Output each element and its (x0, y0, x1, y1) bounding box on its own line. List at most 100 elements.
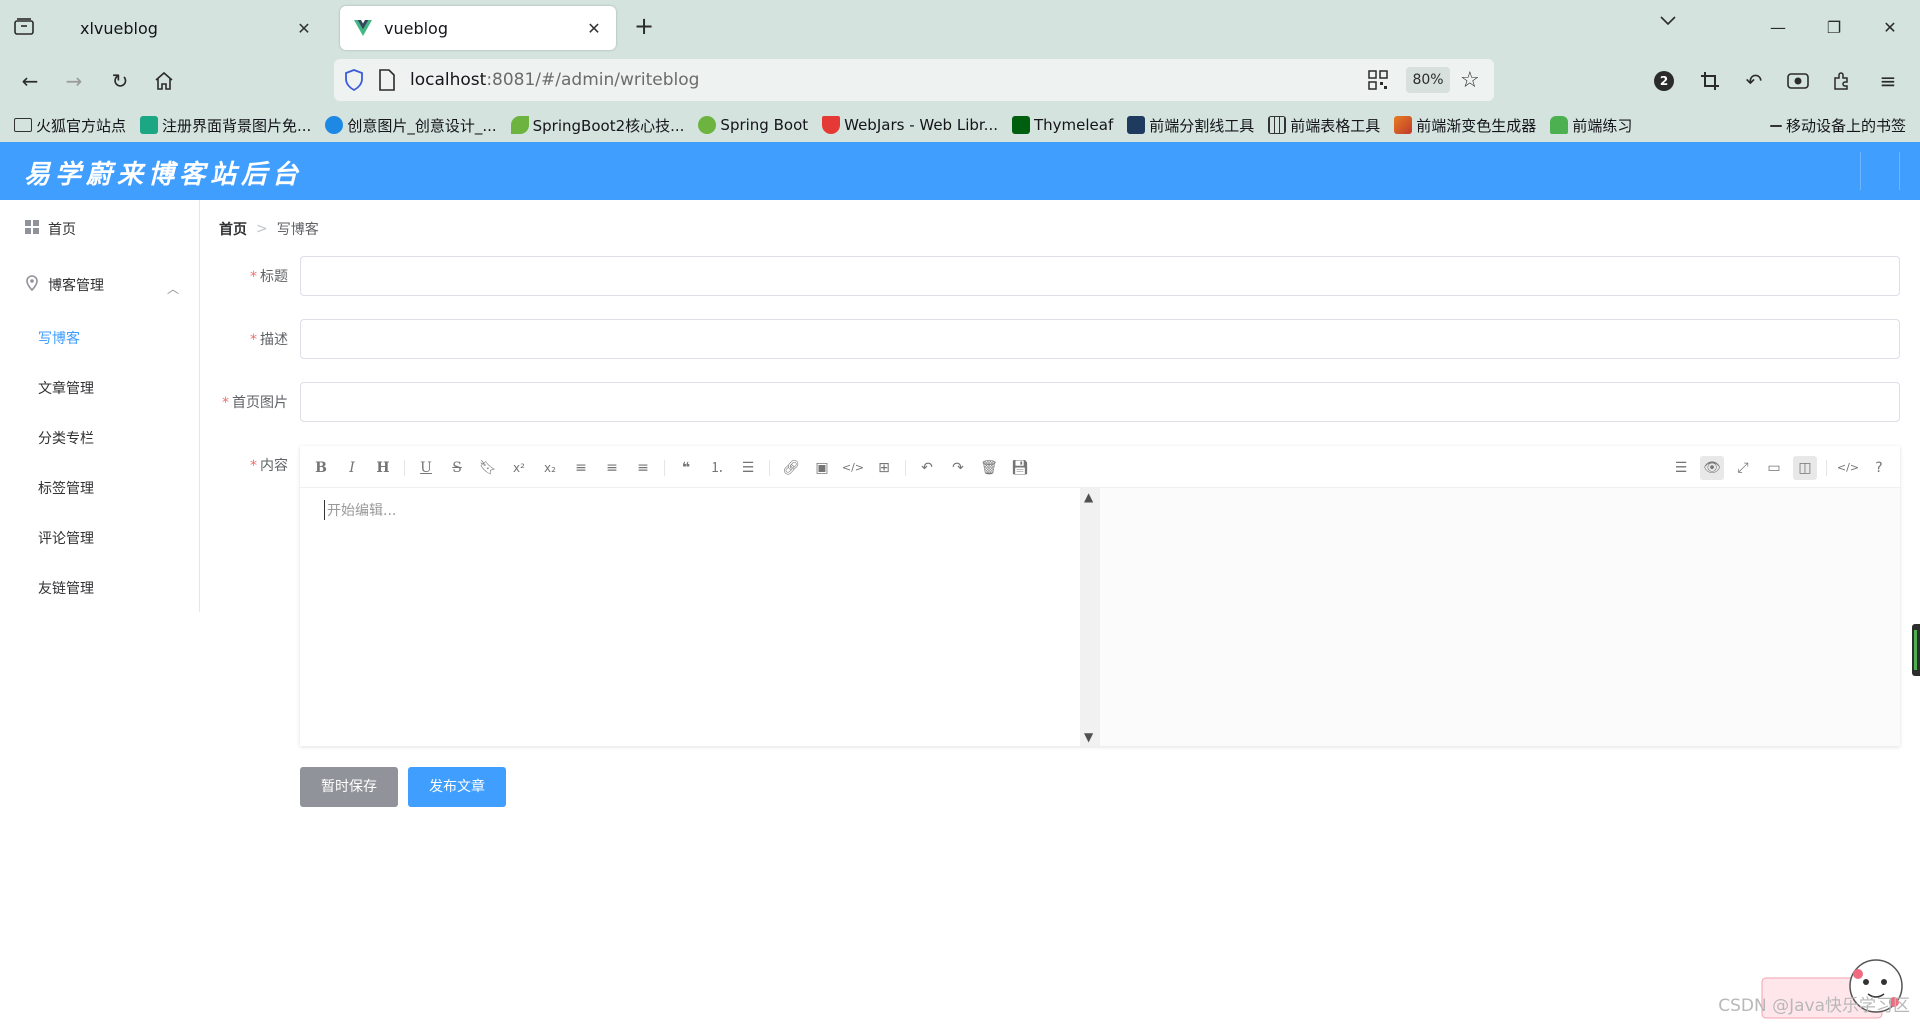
subscript-icon[interactable]: x₂ (538, 456, 562, 480)
bookmark-item[interactable]: WebJars - Web Libr... (822, 116, 998, 134)
quote-icon[interactable]: ❝ (674, 456, 698, 480)
sidebar-group-blog[interactable]: 博客管理 ︿ (0, 260, 199, 310)
italic-icon[interactable]: I (340, 456, 364, 480)
sidebar-item-label: 友链管理 (38, 581, 94, 597)
editor-scrollbar[interactable]: ▲ ▼ (1080, 488, 1100, 746)
bookmark-item[interactable]: 前端练习 (1550, 115, 1632, 136)
tab-title: vueblog (384, 18, 448, 38)
forward-icon[interactable]: → (58, 65, 90, 97)
scroll-up-icon[interactable]: ▲ (1084, 490, 1093, 504)
close-window-icon[interactable]: ✕ (1862, 0, 1918, 54)
menu-icon[interactable]: ≡ (1872, 65, 1904, 97)
crop-icon[interactable] (1694, 65, 1726, 97)
undo-icon[interactable]: ↶ (1738, 65, 1770, 97)
ordered-list-icon[interactable]: ⒈ (705, 456, 729, 480)
content-label-text: 内容 (260, 458, 288, 474)
heading-icon[interactable]: H (371, 456, 395, 480)
bookmark-item[interactable]: Thymeleaf (1012, 116, 1113, 134)
fullscreen-icon[interactable]: ⤢ (1731, 456, 1755, 480)
vpn-icon[interactable] (1782, 65, 1814, 97)
tab-overview-icon[interactable] (8, 11, 40, 43)
page-fullscreen-icon[interactable]: ▭ (1762, 456, 1786, 480)
breadcrumb-home[interactable]: 首页 (219, 219, 247, 239)
bookmark-item[interactable]: 前端表格工具 (1268, 115, 1380, 136)
preview-icon[interactable]: 👁︎ (1700, 456, 1724, 480)
html-code-icon[interactable]: </> (1836, 456, 1860, 480)
notification-count: 2 (1654, 71, 1674, 91)
sidebar-item-home[interactable]: 首页 (0, 204, 199, 254)
new-tab-button[interactable]: + (628, 11, 660, 43)
home-icon[interactable] (148, 65, 180, 97)
bookmark-star-icon[interactable]: ☆ (1460, 68, 1480, 93)
sidebar-item-tags[interactable]: 标签管理 (0, 463, 199, 513)
sidebar-item-write-blog[interactable]: 写博客 (0, 313, 199, 363)
sidebar-item-label: 首页 (48, 222, 76, 238)
link-icon[interactable]: 🔗︎ (779, 456, 803, 480)
side-panel-handle[interactable] (1912, 624, 1920, 676)
sidebar-item-links[interactable]: 友链管理 (0, 563, 199, 613)
publish-button[interactable]: 发布文章 (408, 767, 506, 807)
page-icon[interactable] (378, 69, 396, 95)
save-draft-button[interactable]: 暂时保存 (300, 767, 398, 807)
avatar[interactable] (1860, 152, 1900, 190)
scroll-down-icon[interactable]: ▼ (1084, 730, 1093, 744)
bookmark-label: 前端表格工具 (1290, 116, 1381, 135)
zoom-level[interactable]: 80% (1406, 67, 1450, 93)
title-input[interactable] (300, 256, 1900, 296)
save-icon[interactable]: 💾︎ (1008, 456, 1032, 480)
table-icon[interactable]: ⊞ (872, 456, 896, 480)
align-left-icon[interactable]: ≡ (569, 456, 593, 480)
back-icon[interactable]: ← (14, 65, 46, 97)
align-center-icon[interactable]: ≡ (600, 456, 624, 480)
description-input[interactable] (300, 319, 1900, 359)
extensions-icon[interactable] (1826, 65, 1858, 97)
underline-icon[interactable]: U (414, 456, 438, 480)
browser-tab-xlvueblog[interactable]: xlvueblog ✕ (54, 6, 326, 50)
trash-icon[interactable]: 🗑︎ (977, 456, 1001, 480)
minimize-icon[interactable]: — (1750, 0, 1806, 54)
close-icon[interactable]: ✕ (584, 19, 604, 38)
shield-icon[interactable] (344, 69, 364, 95)
bookmark-item[interactable]: SpringBoot2核心技... (510, 115, 684, 136)
url-text[interactable]: localhost:8081/#/admin/writeblog (410, 70, 699, 90)
bookmark-label: Spring Boot (720, 116, 809, 134)
bookmark-item[interactable]: 火狐官方站点 (14, 115, 126, 136)
bold-icon[interactable]: B (309, 456, 333, 480)
split-view-icon[interactable]: ◫ (1793, 456, 1817, 480)
superscript-icon[interactable]: x² (507, 456, 531, 480)
cover-image-input[interactable] (300, 382, 1900, 422)
bookmark-item[interactable]: 创意图片_创意设计_... (325, 115, 497, 136)
gradient-tool-icon (1394, 116, 1413, 134)
thymeleaf-icon (1012, 116, 1030, 134)
reload-icon[interactable]: ↻ (104, 65, 136, 97)
close-icon[interactable]: ✕ (294, 19, 314, 38)
strikethrough-icon[interactable]: S (445, 456, 469, 480)
help-icon[interactable]: ? (1867, 456, 1891, 480)
redo-icon[interactable]: ↷ (946, 456, 970, 480)
chevron-down-icon[interactable] (1660, 14, 1676, 30)
bookmark-item[interactable]: 前端渐变色生成器 (1394, 115, 1536, 136)
restore-icon[interactable]: ❐ (1806, 0, 1862, 54)
align-right-icon[interactable]: ≡ (631, 456, 655, 480)
undo-icon[interactable]: ↶ (915, 456, 939, 480)
editor-textarea[interactable]: 开始编辑... (300, 488, 1080, 746)
sidebar-item-categories[interactable]: 分类专栏 (0, 413, 199, 463)
sidebar-item-comments[interactable]: 评论管理 (0, 513, 199, 563)
editor-toolbar: B I H U S 🔖︎ x² x₂ ≡ ≡ ≡ ❝ ⒈ ☰ 🔗︎ ▣ </> … (300, 446, 1900, 488)
unordered-list-icon[interactable]: ☰ (736, 456, 760, 480)
browser-tab-vueblog[interactable]: vueblog ✕ (340, 6, 616, 50)
bookmark-item[interactable]: Spring Boot (698, 116, 808, 134)
sidebar-item-articles[interactable]: 文章管理 (0, 363, 199, 413)
title-label-text: 标题 (260, 269, 288, 285)
bookmark-item[interactable]: 前端分割线工具 (1127, 115, 1254, 136)
mark-icon[interactable]: 🔖︎ (476, 456, 500, 480)
navigation-icon[interactable]: ☰ (1669, 456, 1693, 480)
address-bar[interactable]: localhost:8081/#/admin/writeblog 80% ☆ (334, 59, 1494, 101)
image-icon[interactable]: ▣ (810, 456, 834, 480)
code-icon[interactable]: </> (841, 456, 865, 480)
qr-code-icon[interactable] (1368, 70, 1388, 94)
notification-badge[interactable]: 2 (1648, 65, 1680, 97)
bookmark-item[interactable]: 注册界面背景图片免... (140, 115, 311, 136)
mobile-bookmarks[interactable]: 移动设备上的书签 (1769, 115, 1906, 136)
sidebar-menu: 首页 博客管理 ︿ 写博客 文章管理 分类专栏 标签管理 评论管理 友链管理 (0, 200, 200, 612)
